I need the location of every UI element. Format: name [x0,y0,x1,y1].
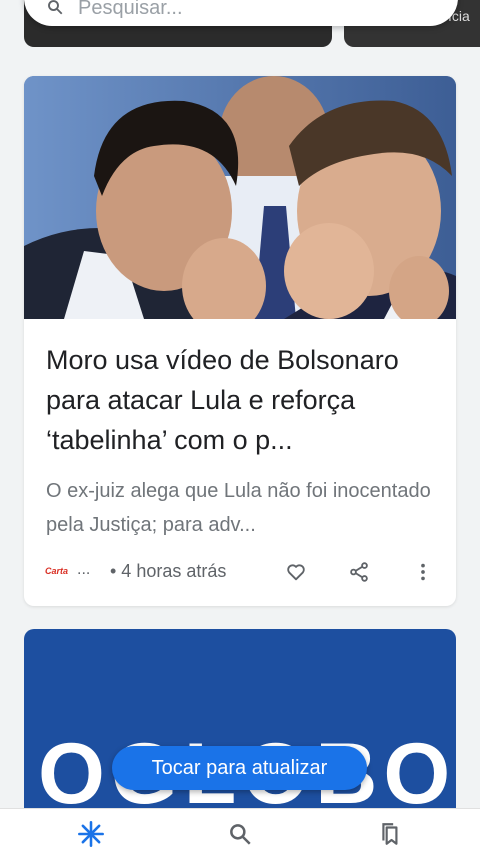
search-bar[interactable]: Pesquisar... [24,0,458,26]
article-time: • 4 horas atrás [110,561,227,581]
nav-discover[interactable] [76,819,106,849]
share-icon [350,562,368,582]
discover-feed: ícia Pesquisar... Moro usa vídeo de Bols… [0,0,480,854]
more-options-button[interactable] [409,558,437,586]
article-image [24,76,456,319]
article-snippet: O ex-juiz alega que Lula não foi inocent… [46,480,431,536]
source-logo[interactable]: Carta [45,566,68,576]
bottom-navigation [0,808,480,854]
article-footer: Carta ... • 4 horas atrás [24,554,456,594]
photo-moro-bolsonaro-icon [24,76,456,319]
bookmarks-icon [382,823,398,845]
source-name[interactable]: ... [77,561,90,579]
search-placeholder: Pesquisar... [78,0,183,19]
nav-search[interactable] [225,819,255,849]
asterisk-icon [78,821,104,847]
refresh-toast-button[interactable]: Tocar para atualizar [112,746,367,790]
search-icon [230,824,251,845]
next-article-card[interactable]: OGLOBO [24,629,456,819]
article-card[interactable]: Moro usa vídeo de Bolsonaro para atacar … [24,76,456,606]
search-icon [48,0,63,15]
heart-icon [287,564,305,581]
more-vert-icon [421,563,425,581]
article-title[interactable]: Moro usa vídeo de Bolsonaro para atacar … [46,340,446,460]
like-button[interactable] [282,558,310,586]
nav-collections[interactable] [376,819,406,849]
share-button[interactable] [345,558,373,586]
